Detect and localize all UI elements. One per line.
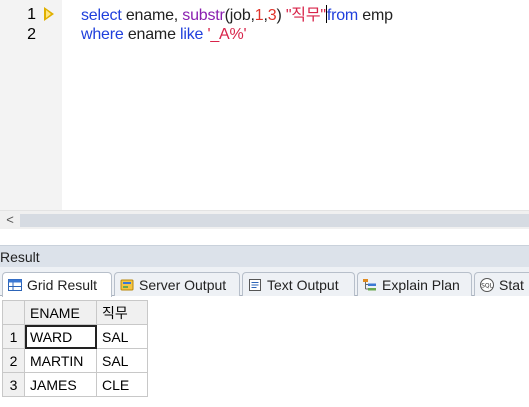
code-text: ename [123,26,181,43]
row-number[interactable]: 3 [2,372,25,397]
keyword-select: select [81,7,122,24]
grid-cell[interactable]: JAMES [24,372,97,397]
scrollbar-thumb[interactable] [20,214,529,227]
code-text: ) [276,7,286,24]
result-grid[interactable]: ENAME 직무 1 WARD SAL 2 MARTIN SAL 3 JAMES… [2,300,148,397]
keyword-like: like [180,26,204,43]
grid-cell[interactable]: MARTIN [24,348,97,373]
table-row[interactable]: 1 WARD SAL [2,324,148,349]
column-alias: "직무" [285,7,326,24]
result-panel-title: Result [0,249,40,265]
line-number-gutter: 1 2 [0,0,62,210]
tab-server-output[interactable]: Server Output [114,272,240,296]
grid-header-row: ENAME 직무 [2,300,148,325]
grid-icon [8,279,22,291]
horizontal-scrollbar[interactable]: < [0,210,529,229]
code-text: emp [358,7,393,24]
grid-cell[interactable]: CLE [96,372,148,397]
grid-cell[interactable]: SAL [96,324,148,349]
panel-splitter[interactable] [0,229,529,245]
string-literal: '_A%' [207,26,247,43]
line-number: 2 [27,26,36,43]
column-header-job[interactable]: 직무 [96,300,148,325]
column-header-ename[interactable]: ENAME [24,300,97,325]
explain-plan-icon [363,278,376,290]
grid-cell[interactable]: SAL [96,348,148,373]
keyword-where: where [81,26,124,43]
tab-label: Explain Plan [382,276,460,293]
tab-label: Stat [499,276,524,293]
tab-text-output[interactable]: Text Output [242,272,355,296]
row-number[interactable]: 1 [2,324,25,349]
tab-label: Server Output [139,276,227,293]
code-line-1[interactable]: select ename, substr(job,1,3) "직무"from e… [81,5,393,26]
code-text: ename, [121,7,183,24]
tab-label: Text Output [267,276,339,293]
table-row[interactable]: 2 MARTIN SAL [2,348,148,373]
text-output-icon [249,278,261,291]
grid-corner[interactable] [2,300,25,325]
number-literal: 1 [254,7,264,24]
function-substr: substr [182,7,225,24]
result-tab-bar: Grid Result Server Output Text Output Ex… [0,267,529,297]
tab-grid-result[interactable]: Grid Result [2,272,112,297]
table-row[interactable]: 3 JAMES CLE [2,372,148,397]
result-panel-header: Result [0,245,529,267]
keyword-from: from [326,7,359,24]
line-number: 1 [27,6,36,23]
row-number[interactable]: 2 [2,348,25,373]
sql-editor[interactable]: 1 2 select ename, substr(job,1,3) "직무"fr… [0,0,529,210]
svg-text:SQL: SQL [481,282,494,289]
code-line-2[interactable]: where ename like '_A%' [81,25,247,45]
sql-stat-icon: SQL [480,277,494,292]
tab-statistics[interactable]: SQL Stat [474,272,529,296]
current-statement-marker-icon [44,7,54,21]
tab-explain-plan[interactable]: Explain Plan [357,272,472,296]
server-output-icon [120,279,134,290]
code-text: (job, [224,7,255,24]
tab-label: Grid Result [27,277,98,293]
grid-cell[interactable]: WARD [24,324,97,349]
scroll-left-arrow-icon[interactable]: < [0,211,20,229]
